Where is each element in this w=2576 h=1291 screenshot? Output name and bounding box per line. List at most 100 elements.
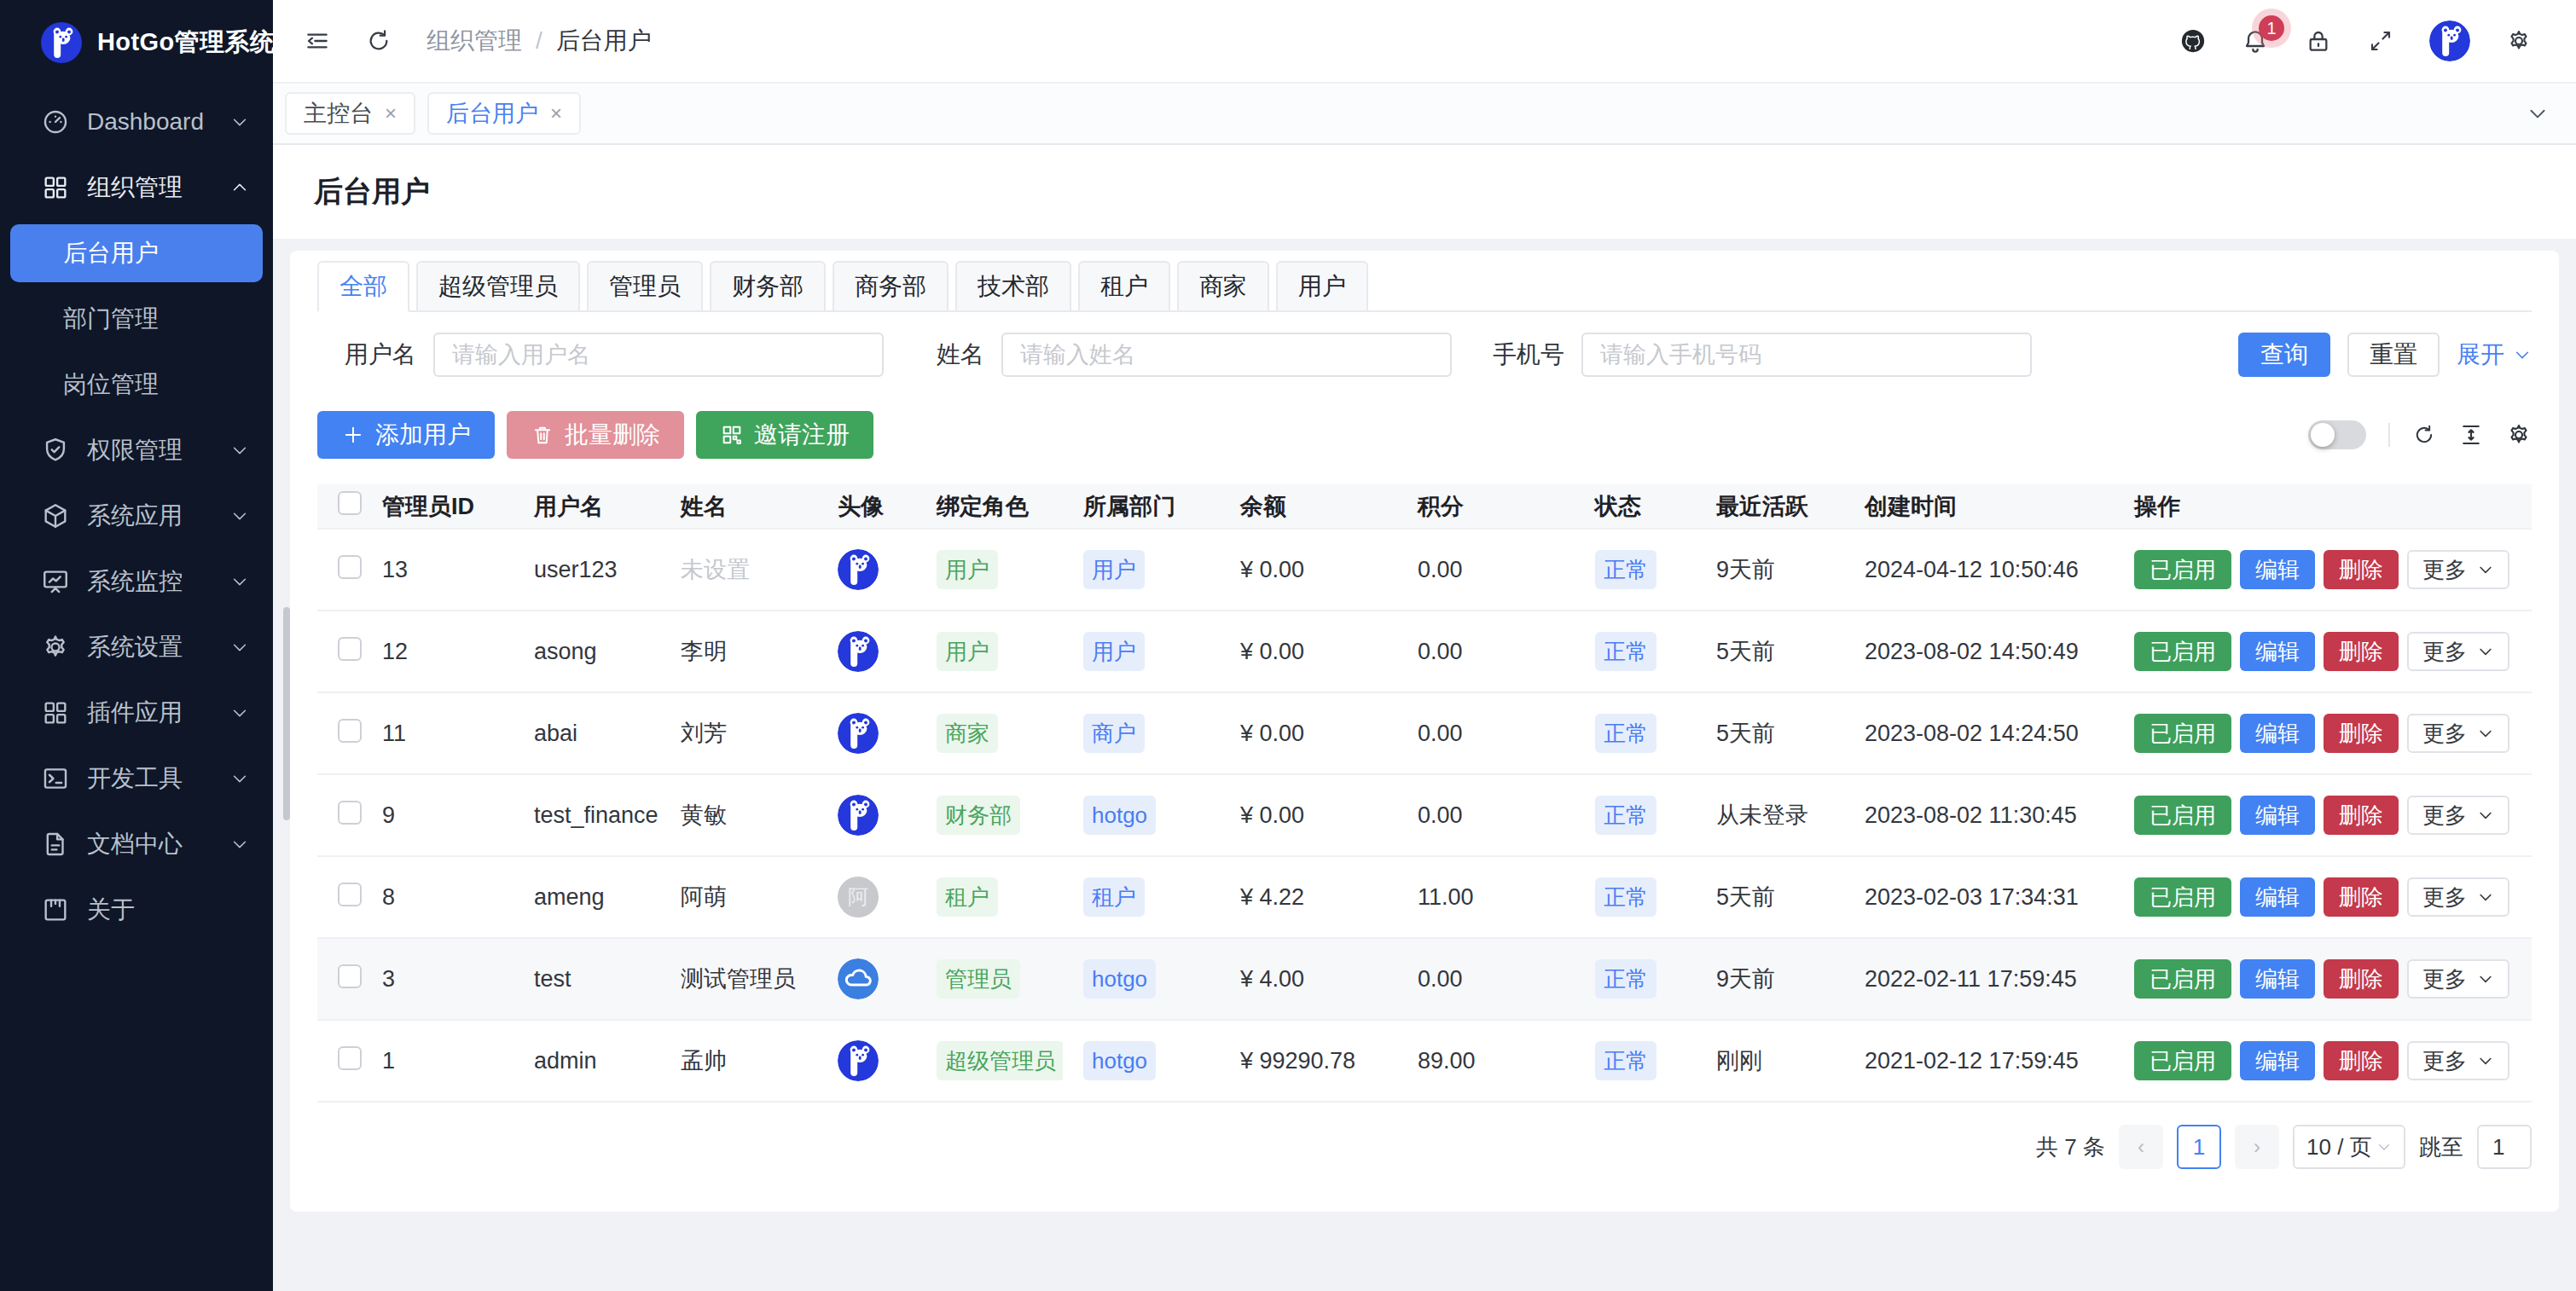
sidebar-item-0[interactable]: Dashboard [0, 89, 273, 154]
filter-input-2[interactable]: 请输入手机号码 [1581, 333, 2032, 377]
more-button[interactable]: 更多 [2407, 632, 2509, 671]
sidebar-item-5[interactable]: 权限管理 [0, 417, 273, 483]
close-icon[interactable]: × [550, 103, 562, 124]
row-checkbox[interactable] [338, 719, 362, 743]
table-density-toggle[interactable] [2308, 420, 2366, 449]
cell-points: 89.00 [1397, 1020, 1575, 1102]
row-checkbox[interactable] [338, 883, 362, 906]
enabled-button[interactable]: 已启用 [2134, 796, 2231, 835]
edit-button[interactable]: 编辑 [2240, 632, 2315, 671]
role-tab-技术部[interactable]: 技术部 [955, 261, 1071, 312]
row-checkbox[interactable] [338, 555, 362, 579]
sidebar-item-4[interactable]: 岗位管理 [10, 356, 263, 414]
settings-gear-icon[interactable] [2506, 28, 2532, 54]
next-page-button[interactable]: › [2235, 1125, 2279, 1169]
edit-button[interactable]: 编辑 [2240, 796, 2315, 835]
search-button[interactable]: 查询 [2238, 333, 2330, 377]
edit-button[interactable]: 编辑 [2240, 1041, 2315, 1080]
delete-button[interactable]: 删除 [2324, 714, 2399, 753]
edit-button[interactable]: 编辑 [2240, 959, 2315, 999]
current-page-button[interactable]: 1 [2177, 1125, 2221, 1169]
lock-icon[interactable] [2305, 27, 2332, 55]
enabled-button[interactable]: 已启用 [2134, 714, 2231, 753]
role-tab-商家[interactable]: 商家 [1177, 261, 1269, 312]
role-tab-租户[interactable]: 租户 [1078, 261, 1170, 312]
sidebar-item-1[interactable]: 组织管理 [0, 154, 273, 220]
cell-id: 3 [362, 938, 513, 1020]
jump-page-input[interactable]: 1 [2477, 1125, 2532, 1169]
sidebar-item-11[interactable]: 文档中心 [0, 811, 273, 877]
delete-button[interactable]: 删除 [2324, 1041, 2399, 1080]
notification-bell-icon[interactable]: 1 [2242, 27, 2269, 55]
role-tab-商务部[interactable]: 商务部 [833, 261, 949, 312]
role-tab-超级管理员[interactable]: 超级管理员 [416, 261, 580, 312]
sidebar-item-3[interactable]: 部门管理 [10, 290, 263, 348]
more-button[interactable]: 更多 [2407, 714, 2509, 753]
prev-page-button[interactable]: ‹ [2119, 1125, 2163, 1169]
table-refresh-icon[interactable] [2412, 423, 2436, 447]
scrollbar-thumb[interactable] [283, 607, 290, 820]
fullscreen-icon[interactable] [2368, 28, 2393, 54]
row-checkbox[interactable] [338, 637, 362, 661]
close-icon[interactable]: × [385, 103, 397, 124]
sidebar-item-9[interactable]: 插件应用 [0, 680, 273, 745]
select-all-checkbox[interactable] [338, 491, 362, 515]
enabled-button[interactable]: 已启用 [2134, 550, 2231, 589]
role-tab-全部[interactable]: 全部 [317, 261, 409, 312]
enabled-button[interactable]: 已启用 [2134, 632, 2231, 671]
breadcrumb: 组织管理 / 后台用户 [426, 25, 652, 57]
github-icon[interactable] [2180, 28, 2206, 54]
role-tab-管理员[interactable]: 管理员 [587, 261, 703, 312]
enabled-button[interactable]: 已启用 [2134, 877, 2231, 917]
sidebar-item-7[interactable]: 系统监控 [0, 548, 273, 614]
more-button[interactable]: 更多 [2407, 1041, 2509, 1080]
delete-button[interactable]: 删除 [2324, 632, 2399, 671]
role-tab-财务部[interactable]: 财务部 [710, 261, 826, 312]
batch-delete-button[interactable]: 批量删除 [507, 411, 684, 459]
row-checkbox[interactable] [338, 1046, 362, 1070]
add-user-button[interactable]: 添加用户 [317, 411, 495, 459]
sidebar-item-label: 系统监控 [87, 565, 183, 598]
chevron-down-icon [230, 113, 249, 131]
more-button[interactable]: 更多 [2407, 877, 2509, 917]
row-checkbox[interactable] [338, 801, 362, 825]
table-settings-gear-icon[interactable] [2506, 422, 2532, 448]
sidebar-item-2[interactable]: 后台用户 [10, 224, 263, 282]
page-tab-0[interactable]: 主控台× [285, 92, 415, 135]
row-height-icon[interactable] [2458, 422, 2484, 448]
menu-fold-icon[interactable] [304, 27, 331, 55]
plugin-grid-icon [41, 698, 70, 727]
enabled-button[interactable]: 已启用 [2134, 959, 2231, 999]
edit-button[interactable]: 编辑 [2240, 877, 2315, 917]
sidebar-item-12[interactable]: 关于 [0, 877, 273, 942]
sidebar-item-8[interactable]: 系统设置 [0, 614, 273, 680]
more-button[interactable]: 更多 [2407, 959, 2509, 999]
edit-button[interactable]: 编辑 [2240, 714, 2315, 753]
more-button[interactable]: 更多 [2407, 796, 2509, 835]
more-button[interactable]: 更多 [2407, 550, 2509, 589]
tabbar-chevron-down-icon[interactable] [2527, 102, 2549, 124]
page-tab-1[interactable]: 后台用户× [427, 92, 581, 135]
role-tab-用户[interactable]: 用户 [1276, 261, 1368, 312]
sidebar-item-10[interactable]: 开发工具 [0, 745, 273, 811]
filter-input-1[interactable]: 请输入姓名 [1001, 333, 1452, 377]
filter-input-0[interactable]: 请输入用户名 [433, 333, 884, 377]
cell-id: 8 [362, 856, 513, 938]
cell-balance: ¥ 0.00 [1220, 774, 1397, 856]
sidebar-item-6[interactable]: 系统应用 [0, 483, 273, 548]
user-avatar[interactable] [2429, 20, 2470, 61]
about-icon [41, 895, 70, 924]
refresh-icon[interactable] [365, 27, 392, 55]
reset-button[interactable]: 重置 [2347, 333, 2440, 377]
delete-button[interactable]: 删除 [2324, 959, 2399, 999]
delete-button[interactable]: 删除 [2324, 796, 2399, 835]
row-checkbox[interactable] [338, 964, 362, 988]
enabled-button[interactable]: 已启用 [2134, 1041, 2231, 1080]
delete-button[interactable]: 删除 [2324, 550, 2399, 589]
edit-button[interactable]: 编辑 [2240, 550, 2315, 589]
expand-toggle[interactable]: 展开 [2457, 339, 2532, 371]
breadcrumb-parent[interactable]: 组织管理 [426, 25, 522, 57]
invite-register-button[interactable]: 邀请注册 [696, 411, 873, 459]
page-size-select[interactable]: 10 / 页 [2293, 1125, 2405, 1169]
delete-button[interactable]: 删除 [2324, 877, 2399, 917]
